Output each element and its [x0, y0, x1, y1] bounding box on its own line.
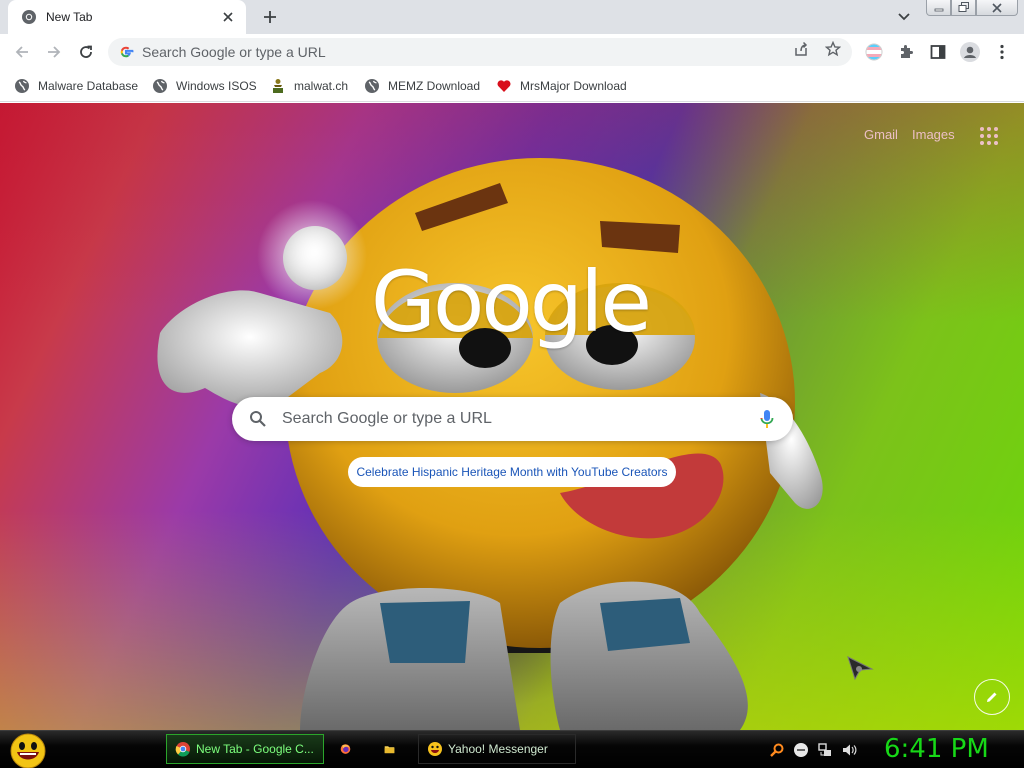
- taskbar-item-yahoo-messenger[interactable]: Yahoo! Messenger: [418, 734, 576, 764]
- new-tab-page: Gmail Images Google Celebrate Hispanic H…: [0, 103, 1024, 730]
- close-window-button[interactable]: [976, 0, 1018, 16]
- search-magnifier-tray-icon[interactable]: [768, 741, 786, 759]
- globe-icon: [14, 78, 30, 94]
- restore-button[interactable]: [951, 0, 976, 16]
- bookmark-label: MrsMajor Download: [520, 79, 627, 93]
- folder-icon: [384, 746, 395, 754]
- toolbar: [0, 34, 1024, 70]
- side-panel-icon[interactable]: [927, 42, 949, 62]
- profile-avatar-icon[interactable]: [959, 42, 981, 62]
- customize-pencil-icon[interactable]: [974, 679, 1010, 715]
- microphone-icon[interactable]: [757, 409, 777, 429]
- search-icon: [248, 409, 268, 429]
- mouse-cursor-icon: [846, 655, 874, 686]
- tab-title: New Tab: [46, 10, 93, 24]
- star-bookmark-icon[interactable]: [824, 40, 842, 58]
- back-arrow-icon[interactable]: [10, 40, 34, 64]
- bookmark-label: MEMZ Download: [388, 79, 481, 93]
- bookmark-windows-isos[interactable]: Windows ISOS: [152, 75, 257, 97]
- new-tab-plus-icon[interactable]: [258, 6, 282, 28]
- tab-search-chevron-down-icon[interactable]: [894, 8, 914, 26]
- globe-icon: [152, 78, 168, 94]
- menu-kebab-icon[interactable]: [991, 42, 1013, 62]
- yahoo-smiley-icon: [428, 742, 442, 756]
- chrome-icon: [22, 10, 36, 24]
- promo-link[interactable]: Celebrate Hispanic Heritage Month with Y…: [348, 457, 676, 487]
- share-icon[interactable]: [792, 40, 810, 58]
- taskbar-clock[interactable]: 6:41 PM: [884, 734, 989, 764]
- google-g-icon: [120, 46, 134, 58]
- network-tray-icon[interactable]: [816, 741, 834, 759]
- bookmark-malware-database[interactable]: Malware Database: [14, 75, 138, 97]
- taskbar-item-label: Yahoo! Messenger: [448, 742, 548, 756]
- ntp-search-input[interactable]: [282, 410, 757, 428]
- taskbar-item-new-tab[interactable]: New Tab - Google C...: [166, 734, 324, 764]
- bookmarks-bar: Malware Database Windows ISOS malwat.ch …: [0, 70, 1024, 102]
- bookmark-label: Malware Database: [38, 79, 139, 93]
- tab-strip: New Tab: [0, 0, 1024, 34]
- start-button-smiley-icon[interactable]: [8, 732, 48, 768]
- taskbar-item-explorer[interactable]: [376, 734, 408, 764]
- extension-flag-icon[interactable]: [863, 42, 885, 62]
- status-minus-tray-icon[interactable]: [792, 741, 810, 759]
- bookmark-label: Windows ISOS: [176, 79, 257, 93]
- folder-person-icon: [270, 78, 286, 94]
- bookmark-mrsmajor-download[interactable]: MrsMajor Download: [496, 75, 627, 97]
- taskbar: New Tab - Google C... Yahoo! Messenger 6…: [0, 730, 1024, 768]
- bookmark-malwat-ch[interactable]: malwat.ch: [270, 75, 348, 97]
- reload-icon[interactable]: [74, 40, 98, 64]
- bookmark-label: malwat.ch: [294, 79, 349, 93]
- extensions-puzzle-icon[interactable]: [895, 42, 917, 62]
- globe-icon: [364, 78, 380, 94]
- address-bar[interactable]: [108, 38, 852, 66]
- heart-icon: [496, 78, 512, 94]
- chrome-icon: [175, 742, 190, 757]
- address-input[interactable]: [142, 44, 762, 60]
- tab-new-tab[interactable]: New Tab: [8, 0, 246, 34]
- firefox-icon: [340, 744, 351, 754]
- tab-close-icon[interactable]: [220, 9, 236, 25]
- forward-arrow-icon[interactable]: [42, 40, 66, 64]
- ntp-search-box[interactable]: [232, 397, 793, 441]
- taskbar-item-firefox[interactable]: [332, 734, 364, 764]
- volume-tray-icon[interactable]: [840, 741, 858, 759]
- bookmark-memz-download[interactable]: MEMZ Download: [364, 75, 480, 97]
- window-controls: [926, 0, 1018, 18]
- google-logo: Google: [370, 253, 652, 351]
- taskbar-item-label: New Tab - Google C...: [196, 742, 314, 756]
- minimize-button[interactable]: [926, 0, 951, 16]
